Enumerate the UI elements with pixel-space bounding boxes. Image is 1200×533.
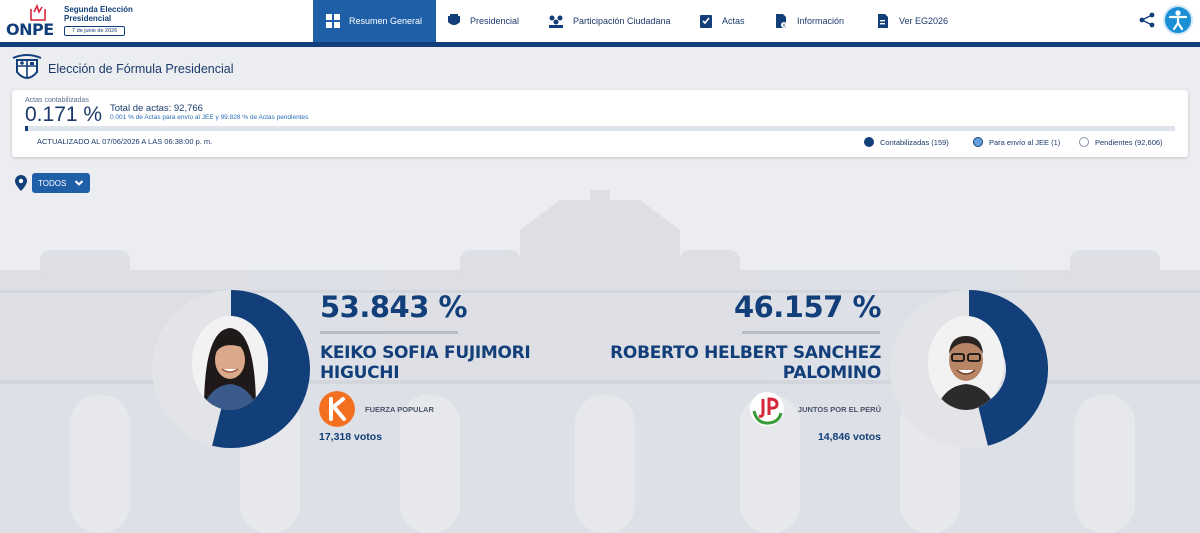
checklist-icon xyxy=(700,15,712,28)
top-bar: ONPE Segunda Elección Presidencial 7 de … xyxy=(0,0,1200,42)
nav-ver-eg2026[interactable]: Ver EG2026 xyxy=(867,0,957,42)
ballot-box-icon xyxy=(30,3,46,21)
candidate-1-divider xyxy=(320,331,458,334)
legend-label: Para envío al JEE (1) xyxy=(989,137,1061,147)
election-date: 7 de junio de 2026 xyxy=(64,26,126,36)
nav-informacion[interactable]: Información xyxy=(765,0,867,42)
candidate-2-portrait-icon xyxy=(928,316,1004,410)
actas-percent: 0.171 % xyxy=(25,103,103,126)
nav-label: Ver EG2026 xyxy=(899,16,949,26)
dashboard-icon xyxy=(326,14,340,28)
nav-participacion[interactable]: Participación Ciudadana xyxy=(538,0,691,42)
candidate-1-photo xyxy=(192,316,268,410)
candidate-2-divider xyxy=(742,331,880,334)
candidate-1-percent: 53.843 % xyxy=(320,290,468,324)
nav-label: Información xyxy=(797,16,845,26)
fuerza-popular-logo-icon xyxy=(319,391,355,427)
actas-progress-bar xyxy=(25,126,1175,131)
logo-wordmark: ONPE xyxy=(6,20,54,39)
candidate-1-votes: 17,318 votos xyxy=(319,431,383,443)
legend-label: Pendientes (92,606) xyxy=(1095,137,1163,147)
nav-label: Participación Ciudadana xyxy=(573,16,671,26)
candidate-1-portrait-icon xyxy=(192,316,268,410)
nav-label: Resumen General xyxy=(349,16,423,26)
actas-breakdown: 0.001 % de Actas para envío al JEE y 99.… xyxy=(110,114,309,121)
actas-summary-panel: Actas contabilizadas 0.171 % Total de ac… xyxy=(12,90,1188,157)
people-icon xyxy=(549,15,563,28)
candidate-1-name-line2: HIGUCHI xyxy=(320,363,400,383)
region-filter-dropdown[interactable]: TODOS xyxy=(32,173,90,193)
contabilizadas-dot-icon xyxy=(864,137,874,147)
main-nav: Resumen General Presidencial Participaci… xyxy=(313,0,957,42)
nav-label: Presidencial xyxy=(470,16,520,26)
candidate-2-name: ROBERTO HELBERT SANCHEZ PALOMINO xyxy=(610,343,881,383)
accessibility-button[interactable] xyxy=(1163,5,1193,35)
info-document-icon xyxy=(776,14,787,28)
candidate-2-votes: 14,846 votos xyxy=(817,431,881,443)
actas-progress-fill xyxy=(25,126,28,131)
filter-label: TODOS xyxy=(38,178,67,188)
election-title: Segunda Elección Presidencial xyxy=(64,5,133,23)
pendientes-dot-icon xyxy=(1079,137,1089,147)
candidate-1-name-line1: KEIKO SOFIA FUJIMORI xyxy=(320,343,531,363)
legend-label: Contabilizadas (159) xyxy=(880,137,949,147)
nav-label: Actas xyxy=(722,16,745,26)
candidate-1-name: KEIKO SOFIA FUJIMORI HIGUCHI xyxy=(320,343,531,383)
candidate-1-party: FUERZA POPULAR xyxy=(365,405,434,414)
nav-actas[interactable]: Actas xyxy=(691,0,765,42)
location-pin-icon xyxy=(15,175,27,191)
header-divider xyxy=(0,42,1200,47)
legend-pendientes: Pendientes (92,606) xyxy=(1079,137,1163,147)
page-title: Elección de Fórmula Presidencial xyxy=(48,62,234,76)
nav-resumen-general[interactable]: Resumen General xyxy=(313,0,436,42)
updated-timestamp: ACTUALIZADO AL 07/06/2026 A LAS 06:38:00… xyxy=(37,137,213,146)
candidate-2-party: JUNTOS POR EL PERÚ xyxy=(797,405,881,414)
legend-jee: Para envío al JEE (1) xyxy=(973,137,1060,147)
candidate-2-percent: 46.157 % xyxy=(733,290,882,324)
total-actas: Total de actas: 92,766 xyxy=(110,103,203,114)
onpe-logo[interactable]: ONPE Segunda Elección Presidencial 7 de … xyxy=(6,3,134,39)
juntos-por-el-peru-logo-icon xyxy=(750,392,784,426)
candidate-2-name-line2: PALOMINO xyxy=(782,363,882,383)
document-icon xyxy=(878,14,888,28)
national-shield-icon xyxy=(12,54,42,79)
presidential-shield-icon xyxy=(448,14,460,25)
legend-contabilizadas: Contabilizadas (159) xyxy=(864,137,949,147)
accessibility-icon xyxy=(1168,10,1188,31)
jee-dot-icon xyxy=(973,137,983,147)
chevron-down-icon xyxy=(74,180,84,186)
candidate-2-name-line1: ROBERTO HELBERT SANCHEZ xyxy=(610,343,881,363)
share-icon[interactable] xyxy=(1139,12,1155,28)
nav-presidencial[interactable]: Presidencial xyxy=(436,0,538,42)
candidate-2-photo xyxy=(928,316,1004,410)
